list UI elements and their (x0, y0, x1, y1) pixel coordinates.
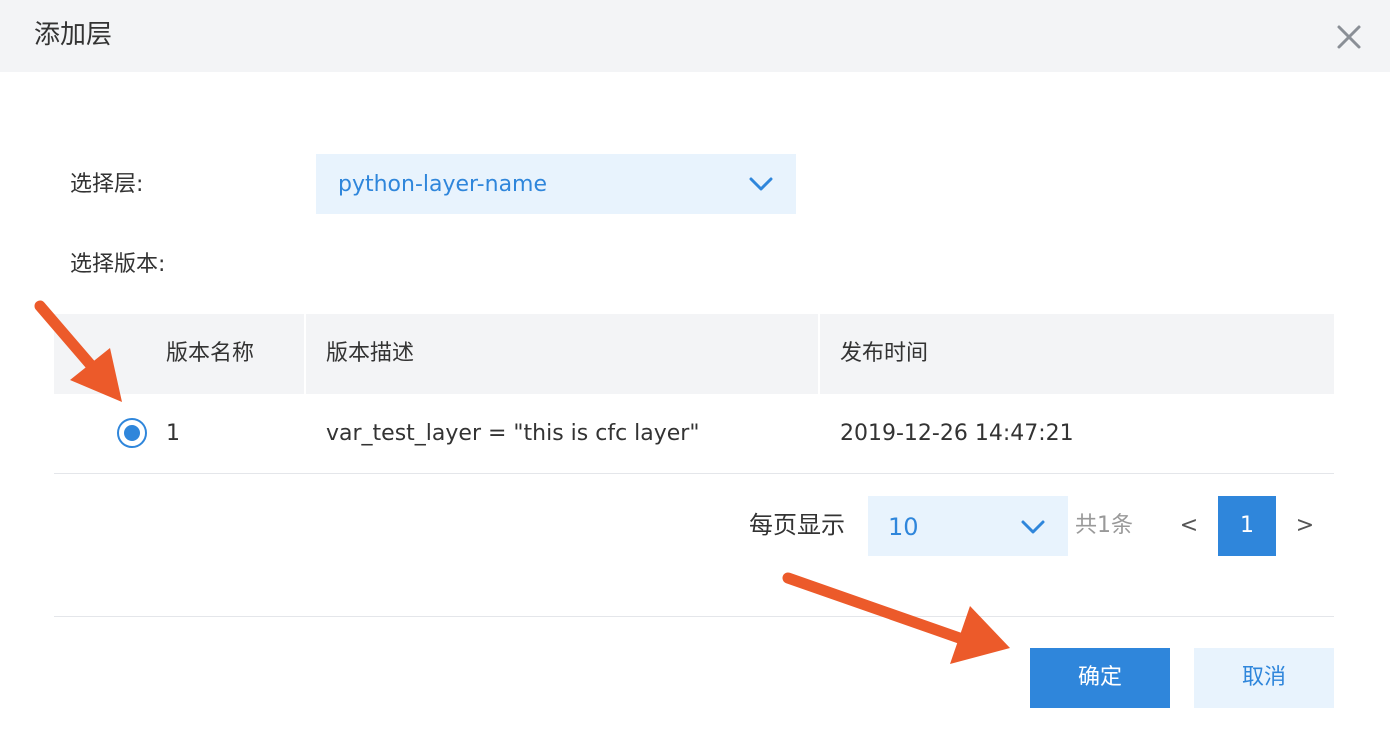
prev-page-button[interactable]: < (1176, 511, 1202, 541)
column-divider (818, 314, 820, 394)
footer-divider (54, 616, 1334, 617)
version-table: 版本名称 版本描述 发布时间 1 var_test_layer = "this … (54, 314, 1334, 474)
cell-version-name: 1 (166, 421, 180, 446)
chevron-down-icon (1021, 520, 1045, 534)
layer-select[interactable]: python-layer-name (316, 154, 796, 214)
layer-label: 选择层: (70, 172, 144, 197)
page-size-select[interactable]: 10 (868, 496, 1068, 556)
radio-selected-dot (124, 425, 140, 441)
column-header-version-description: 版本描述 (326, 341, 415, 366)
page-1-button[interactable]: 1 (1218, 496, 1276, 556)
column-divider (304, 314, 306, 394)
column-header-publish-time: 发布时间 (840, 341, 929, 366)
version-radio[interactable] (117, 418, 147, 448)
confirm-button[interactable]: 确定 (1030, 648, 1170, 708)
layer-select-value: python-layer-name (338, 172, 548, 197)
cancel-button[interactable]: 取消 (1194, 648, 1334, 708)
table-header: 版本名称 版本描述 发布时间 (54, 314, 1334, 394)
annotation-arrow-confirm (782, 572, 1010, 664)
cell-version-description: var_test_layer = "this is cfc layer" (326, 421, 700, 446)
chevron-down-icon (749, 177, 773, 191)
close-button[interactable] (1332, 20, 1366, 54)
cell-publish-time: 2019-12-26 14:47:21 (840, 421, 1074, 446)
dialog-title: 添加层 (34, 20, 113, 50)
total-count: 共1条 (1075, 513, 1133, 538)
next-page-button[interactable]: > (1292, 511, 1318, 541)
page-size-value: 10 (888, 513, 919, 541)
page-size-label: 每页显示 (749, 511, 845, 539)
dialog-header: 添加层 (0, 0, 1390, 72)
close-icon (1337, 25, 1361, 49)
column-header-version-name: 版本名称 (166, 341, 255, 366)
table-row[interactable]: 1 var_test_layer = "this is cfc layer" 2… (54, 394, 1334, 474)
version-label: 选择版本: (70, 252, 166, 277)
